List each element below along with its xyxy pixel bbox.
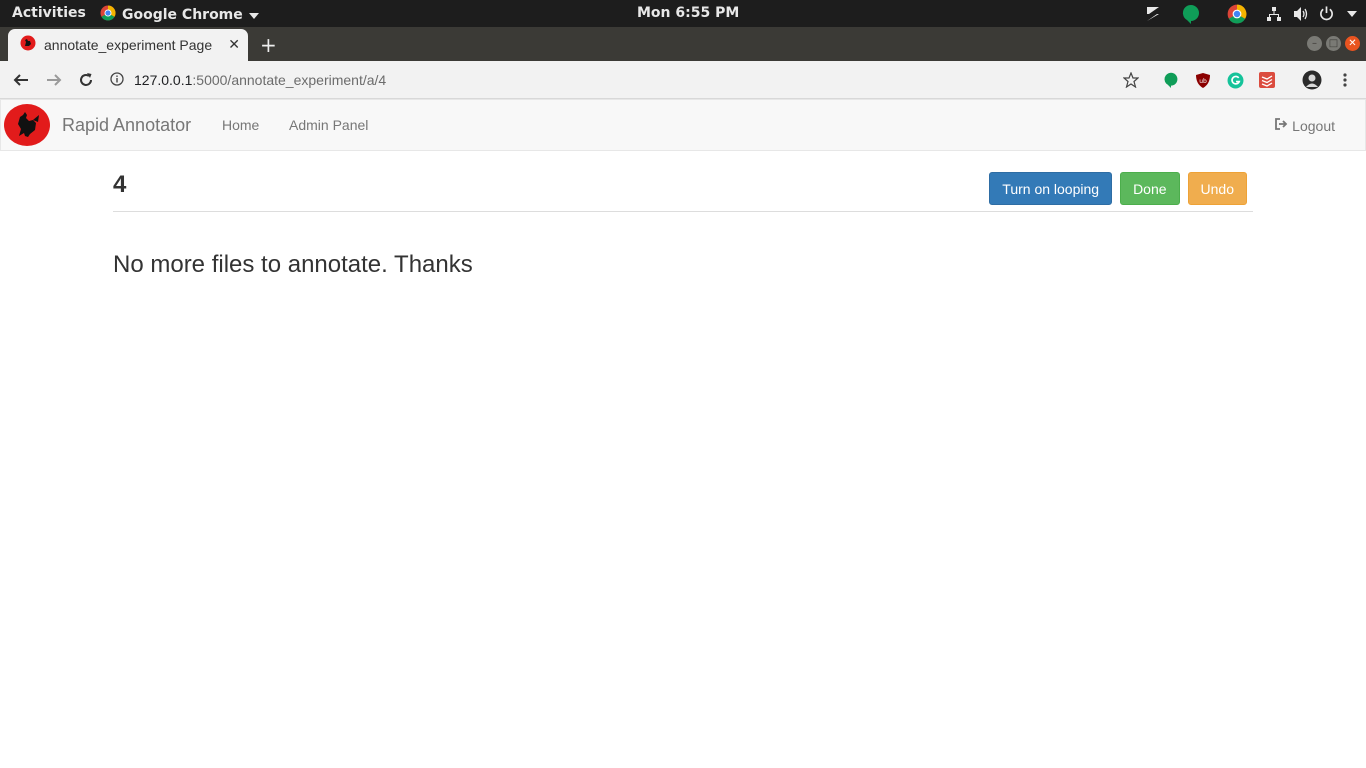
clock[interactable]: Mon 6:55 PM (637, 5, 739, 21)
info-icon[interactable] (110, 71, 124, 90)
profile-avatar[interactable] (1302, 70, 1322, 90)
done-button[interactable]: Done (1120, 172, 1180, 205)
close-tab-icon[interactable]: ✕ (228, 37, 240, 53)
window-controls: – □ ✕ (1307, 36, 1360, 51)
app-menu-label: Google Chrome (122, 7, 243, 23)
hangouts-extension-icon[interactable] (1161, 70, 1181, 90)
logout-icon (1274, 117, 1288, 134)
logout-label: Logout (1292, 117, 1335, 134)
url-path: :5000/annotate_experiment/a/4 (192, 72, 387, 88)
rooster-logo-icon[interactable] (3, 103, 51, 147)
action-buttons: Turn on looping Done Undo (989, 172, 1247, 205)
browser-toolbar: 127.0.0.1:5000/annotate_experiment/a/4 u… (0, 61, 1366, 99)
main-content: 4 Turn on looping Done Undo No more file… (113, 151, 1253, 278)
more-options-icon[interactable] (1335, 70, 1355, 90)
reload-button[interactable] (75, 69, 97, 91)
url-host: 127.0.0.1 (134, 72, 193, 88)
nav-link-home[interactable]: Home (222, 117, 259, 133)
undo-button[interactable]: Undo (1187, 172, 1247, 205)
browser-tab[interactable]: annotate_experiment Page ✕ (8, 29, 248, 61)
power-icon[interactable] (1314, 0, 1338, 27)
system-top-bar: Activities Google Chrome Mon 6:55 PM (0, 0, 1366, 27)
page-header: 4 Turn on looping Done Undo (113, 151, 1253, 212)
chrome-icon (100, 5, 116, 25)
chevron-down-icon[interactable] (1338, 0, 1366, 27)
activities-button[interactable]: Activities (12, 5, 86, 21)
back-button[interactable] (10, 69, 32, 91)
page-title: 4 (113, 171, 127, 198)
new-tab-button[interactable]: + (260, 33, 277, 57)
favicon-rooster-icon (20, 35, 36, 55)
app-navbar: Rapid Annotator Home Admin Panel Logout (0, 99, 1366, 151)
tab-strip: annotate_experiment Page ✕ + – □ ✕ (0, 27, 1366, 61)
url-text: 127.0.0.1:5000/annotate_experiment/a/4 (134, 72, 386, 88)
hangouts-tray-icon[interactable] (1168, 0, 1214, 27)
grammarly-extension-icon[interactable] (1225, 70, 1245, 90)
ublock-extension-icon[interactable]: ub (1193, 70, 1213, 90)
turn-on-looping-button[interactable]: Turn on looping (989, 172, 1113, 205)
completion-message: No more files to annotate. Thanks (113, 251, 473, 278)
nav-link-admin-panel[interactable]: Admin Panel (289, 117, 368, 133)
volume-icon[interactable] (1288, 0, 1314, 27)
todoist-extension-icon[interactable] (1257, 70, 1277, 90)
chrome-tray-icon[interactable] (1214, 0, 1260, 27)
forward-button[interactable] (43, 69, 65, 91)
tab-title: annotate_experiment Page (44, 37, 213, 53)
minimize-window-button[interactable]: – (1307, 36, 1322, 51)
close-window-button[interactable]: ✕ (1345, 36, 1360, 51)
network-icon[interactable] (1260, 0, 1288, 27)
zulip-tray-icon[interactable] (1138, 0, 1168, 27)
bookmark-star-icon[interactable] (1121, 70, 1141, 90)
brand-name[interactable]: Rapid Annotator (62, 115, 191, 136)
address-bar[interactable]: 127.0.0.1:5000/annotate_experiment/a/4 (110, 65, 1150, 95)
logout-link[interactable]: Logout (1274, 117, 1335, 134)
svg-text:ub: ub (1199, 78, 1207, 85)
system-tray (1138, 0, 1366, 27)
chevron-down-icon (248, 7, 259, 23)
maximize-window-button[interactable]: □ (1326, 36, 1341, 51)
app-menu[interactable]: Google Chrome (100, 5, 259, 25)
